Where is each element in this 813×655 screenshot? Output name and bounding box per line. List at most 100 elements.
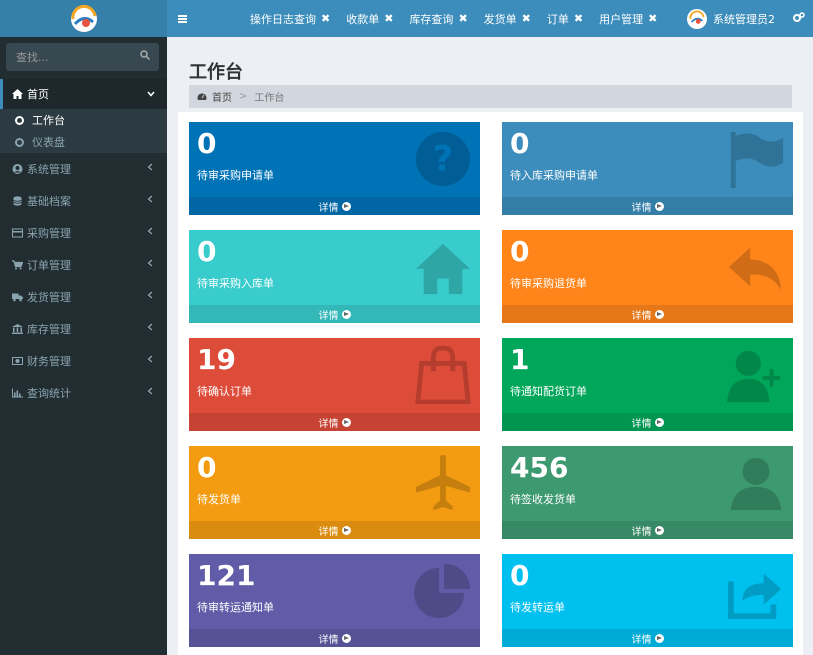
sidebar-item-label: 查询统计 (27, 387, 71, 400)
info-box-pending-delivery: 0 待发货单 详情 (189, 446, 480, 539)
close-icon[interactable]: ✖ (458, 12, 467, 25)
search-input[interactable]: 查找... (6, 43, 159, 71)
chevron-left-icon (147, 259, 153, 270)
info-box-pending-transfer-notice: 121 待审转运通知单 详情 (189, 554, 480, 647)
chevron-down-icon (147, 89, 155, 100)
box-label: 待审采购退货单 (510, 277, 587, 290)
sidebar-toggle-icon[interactable] (167, 0, 197, 37)
money-icon (12, 357, 23, 365)
share-square-icon (727, 573, 782, 620)
plane-icon (415, 454, 471, 511)
sidebar-subitem-workbench[interactable]: 工作台 (0, 109, 167, 131)
close-icon[interactable]: ✖ (384, 12, 393, 25)
box-value: 0 (510, 127, 530, 160)
tab-label: 发货单 (483, 12, 517, 26)
svg-text:?: ? (433, 140, 453, 180)
close-icon[interactable]: ✖ (522, 12, 531, 25)
home-icon (12, 89, 23, 99)
sidebar-item-label: 基础档案 (27, 195, 71, 208)
tab-receipt[interactable]: 收款单 ✖ (346, 11, 393, 27)
user-plus-icon (727, 350, 781, 403)
subitem-label: 仪表盘 (32, 136, 65, 149)
info-box-pending-stockin-request: 0 待入库采购申请单 详情 (502, 122, 793, 215)
bank-icon (12, 324, 23, 334)
arrow-circle-right-icon (341, 525, 351, 535)
question-icon: ? (415, 131, 471, 187)
box-value: 0 (197, 127, 217, 160)
sidebar-item-finance[interactable]: 财务管理 (0, 345, 167, 377)
bar-chart-icon (12, 388, 23, 398)
logo-area[interactable] (0, 0, 167, 37)
box-details-link[interactable]: 详情 (189, 305, 480, 323)
flag-icon (730, 131, 784, 188)
box-label: 待通知配货订单 (510, 385, 587, 398)
close-icon[interactable]: ✖ (648, 12, 657, 25)
box-label: 待确认订单 (197, 385, 252, 398)
details-label: 详情 (631, 634, 652, 646)
tab-label: 用户管理 (599, 12, 644, 26)
box-details-link[interactable]: 详情 (189, 521, 480, 539)
sidebar-item-label: 财务管理 (27, 355, 71, 368)
user-menu[interactable]: 系统管理员2 (687, 0, 775, 37)
close-icon[interactable]: ✖ (321, 12, 330, 25)
sidebar-item-basic-archive[interactable]: 基础档案 (0, 185, 167, 217)
box-value: 0 (510, 235, 530, 268)
gears-icon[interactable] (793, 12, 805, 26)
box-label: 待入库采购申请单 (510, 169, 598, 182)
arrow-circle-right-icon (654, 417, 664, 427)
sidebar-item-system[interactable]: 系统管理 (0, 153, 167, 185)
box-details-link[interactable]: 详情 (502, 629, 793, 647)
chevron-left-icon (147, 195, 153, 206)
search-icon[interactable] (140, 50, 150, 60)
box-value: 121 (197, 559, 256, 592)
circle-icon (15, 115, 24, 125)
tab-label: 订单 (546, 12, 569, 26)
box-details-link[interactable]: 详情 (502, 521, 793, 539)
database-icon (13, 196, 22, 206)
box-value: 1 (510, 343, 530, 376)
box-details-link[interactable]: 详情 (502, 197, 793, 215)
sidebar-item-purchase[interactable]: 采购管理 (0, 217, 167, 249)
box-value: 0 (197, 235, 217, 268)
sidebar-subitem-dashboard[interactable]: 仪表盘 (0, 131, 167, 153)
pie-chart-icon (414, 563, 471, 619)
truck-icon (12, 293, 23, 302)
dashboard-icon (197, 93, 207, 100)
tab-order[interactable]: 订单 ✖ (547, 11, 583, 27)
arrow-circle-right-icon (341, 417, 351, 427)
info-box-pending-transfer-dispatch: 0 待发转运单 详情 (502, 554, 793, 647)
chevron-left-icon (147, 387, 153, 398)
box-details-link[interactable]: 详情 (502, 413, 793, 431)
reply-icon (728, 247, 782, 291)
sidebar-item-home[interactable]: 首页 (0, 79, 167, 109)
details-label: 详情 (318, 310, 339, 322)
credit-card-icon (12, 228, 23, 238)
info-box-pending-order-confirm: 19 待确认订单 详情 (189, 338, 480, 431)
chevron-left-icon (147, 163, 153, 174)
breadcrumb-home-link[interactable]: 首页 (212, 89, 232, 104)
tab-delivery[interactable]: 发货单 ✖ (484, 11, 531, 27)
chevron-left-icon (147, 355, 153, 366)
arrow-circle-right-icon (654, 309, 664, 319)
box-details-link[interactable]: 详情 (189, 197, 480, 215)
sidebar-item-order[interactable]: 订单管理 (0, 249, 167, 281)
box-value: 19 (197, 343, 236, 376)
sidebar-item-query-stats[interactable]: 查询统计 (0, 377, 167, 409)
box-details-link[interactable]: 详情 (502, 305, 793, 323)
details-label: 详情 (318, 634, 339, 646)
box-label: 待签收发货单 (510, 493, 576, 506)
search-placeholder: 查找... (16, 51, 49, 64)
user-circle-icon (12, 164, 23, 174)
tab-inventory-query[interactable]: 库存查询 ✖ (409, 11, 467, 27)
box-details-link[interactable]: 详情 (189, 629, 480, 647)
details-label: 详情 (631, 418, 652, 430)
close-icon[interactable]: ✖ (574, 12, 583, 25)
tab-operation-log[interactable]: 操作日志查询 ✖ (250, 11, 330, 27)
sidebar-item-delivery[interactable]: 发货管理 (0, 281, 167, 313)
details-label: 详情 (318, 418, 339, 430)
breadcrumb: 首页 > 工作台 (189, 85, 792, 108)
tab-user-management[interactable]: 用户管理 ✖ (599, 11, 657, 27)
info-box-pending-purchase-stockin: 0 待审采购入库单 详情 (189, 230, 480, 323)
box-details-link[interactable]: 详情 (189, 413, 480, 431)
sidebar-item-inventory[interactable]: 库存管理 (0, 313, 167, 345)
